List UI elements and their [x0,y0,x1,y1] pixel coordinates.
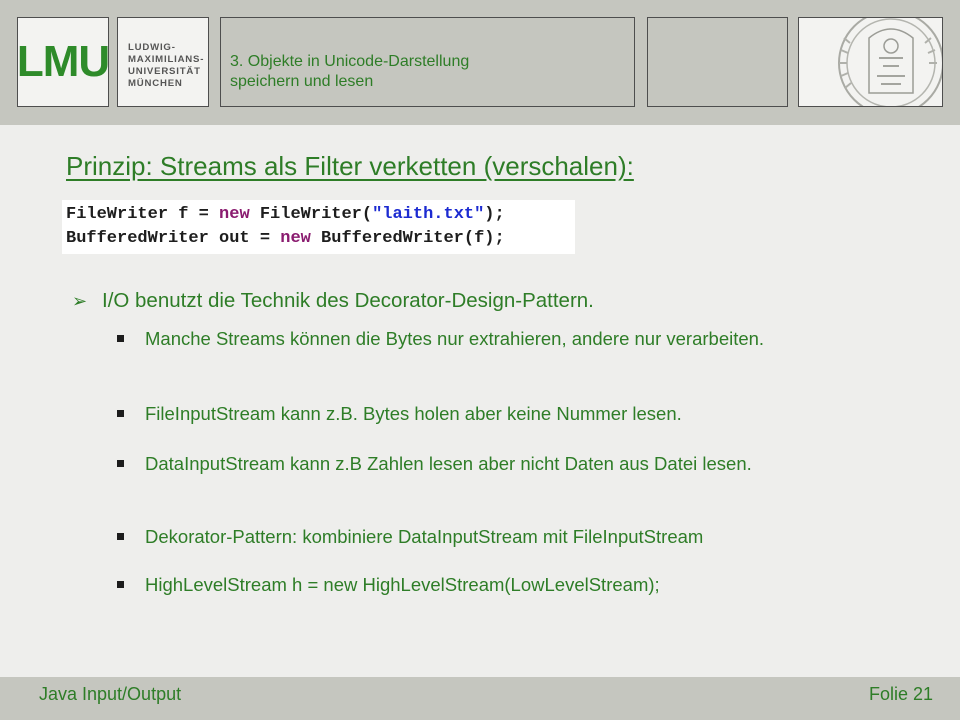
square-bullet-icon [117,335,124,342]
chapter-title: 3. Objekte in Unicode-Darstellung speich… [220,17,635,107]
square-bullet-icon [117,410,124,417]
code-string: "laith.txt" [372,205,485,224]
chapter-title-line-1: 3. Objekte in Unicode-Darstellung [230,53,470,70]
bullet-item: FileInputStream kann z.B. Bytes holen ab… [117,400,887,428]
bullet-text: Dekorator-Pattern: kombiniere DataInputS… [145,526,704,547]
university-line-1: LUDWIG- [128,42,176,53]
code-type: FileWriter [66,205,169,224]
university-line-3: UNIVERSITÄT [128,66,201,77]
code-call: BufferedWriter(f); [310,229,505,248]
footer-course-title: Java Input/Output [39,684,182,704]
square-bullet-icon [117,581,124,588]
footer-slide-number: Folie 21 [869,684,934,704]
seal-icon [838,18,942,106]
main-point: ➢ I/O benutzt die Technik des Decorator-D… [72,289,594,313]
bullet-item: HighLevelStream h = new HighLevelStream(… [117,571,887,599]
university-line-4: MÜNCHEN [128,78,183,89]
bullet-item: Manche Streams können die Bytes nur extr… [117,325,887,353]
header-blank-box [647,17,788,107]
square-bullet-icon [117,460,124,467]
university-seal [798,17,943,107]
university-name: LUDWIG- MAXIMILIANS- UNIVERSITÄT MÜNCHEN [117,17,209,107]
main-point-text: I/O benutzt die Technik des Decorator-De… [102,289,594,312]
slide-heading: Prinzip: Streams als Filter verketten (v… [66,151,634,181]
arrow-bullet-icon: ➢ [72,291,88,311]
code-keyword: new [280,229,311,248]
bullet-text: Manche Streams können die Bytes nur extr… [145,328,765,349]
code-end: ); [484,205,505,224]
bullet-text: DataInputStream kann z.B Zahlen lesen ab… [145,453,752,474]
lmu-logo-text: LMU [16,37,110,86]
code-call: FileWriter( [249,205,373,224]
lmu-logo: LMU [16,17,110,107]
code-snippet: FileWriter f = new FileWriter("laith.txt… [62,200,575,254]
code-var: f = [168,205,220,224]
bullet-text: FileInputStream kann z.B. Bytes holen ab… [145,403,682,424]
bullet-item: DataInputStream kann z.B Zahlen lesen ab… [117,450,887,478]
chapter-title-line-2: speichern und lesen [230,73,374,90]
code-var: out = [208,229,281,248]
code-keyword: new [219,205,250,224]
bullet-item: Dekorator-Pattern: kombiniere DataInputS… [117,523,887,551]
university-line-2: MAXIMILIANS- [128,54,205,65]
code-line-2: BufferedWriter out = new BufferedWriter(… [66,227,575,251]
square-bullet-icon [117,533,124,540]
code-type: BufferedWriter [66,229,209,248]
slide-header: LMU LUDWIG- MAXIMILIANS- UNIVERSITÄT MÜN… [0,0,960,125]
code-line-1: FileWriter f = new FileWriter("laith.txt… [66,203,575,227]
bullet-text: HighLevelStream h = new HighLevelStream(… [145,574,660,595]
